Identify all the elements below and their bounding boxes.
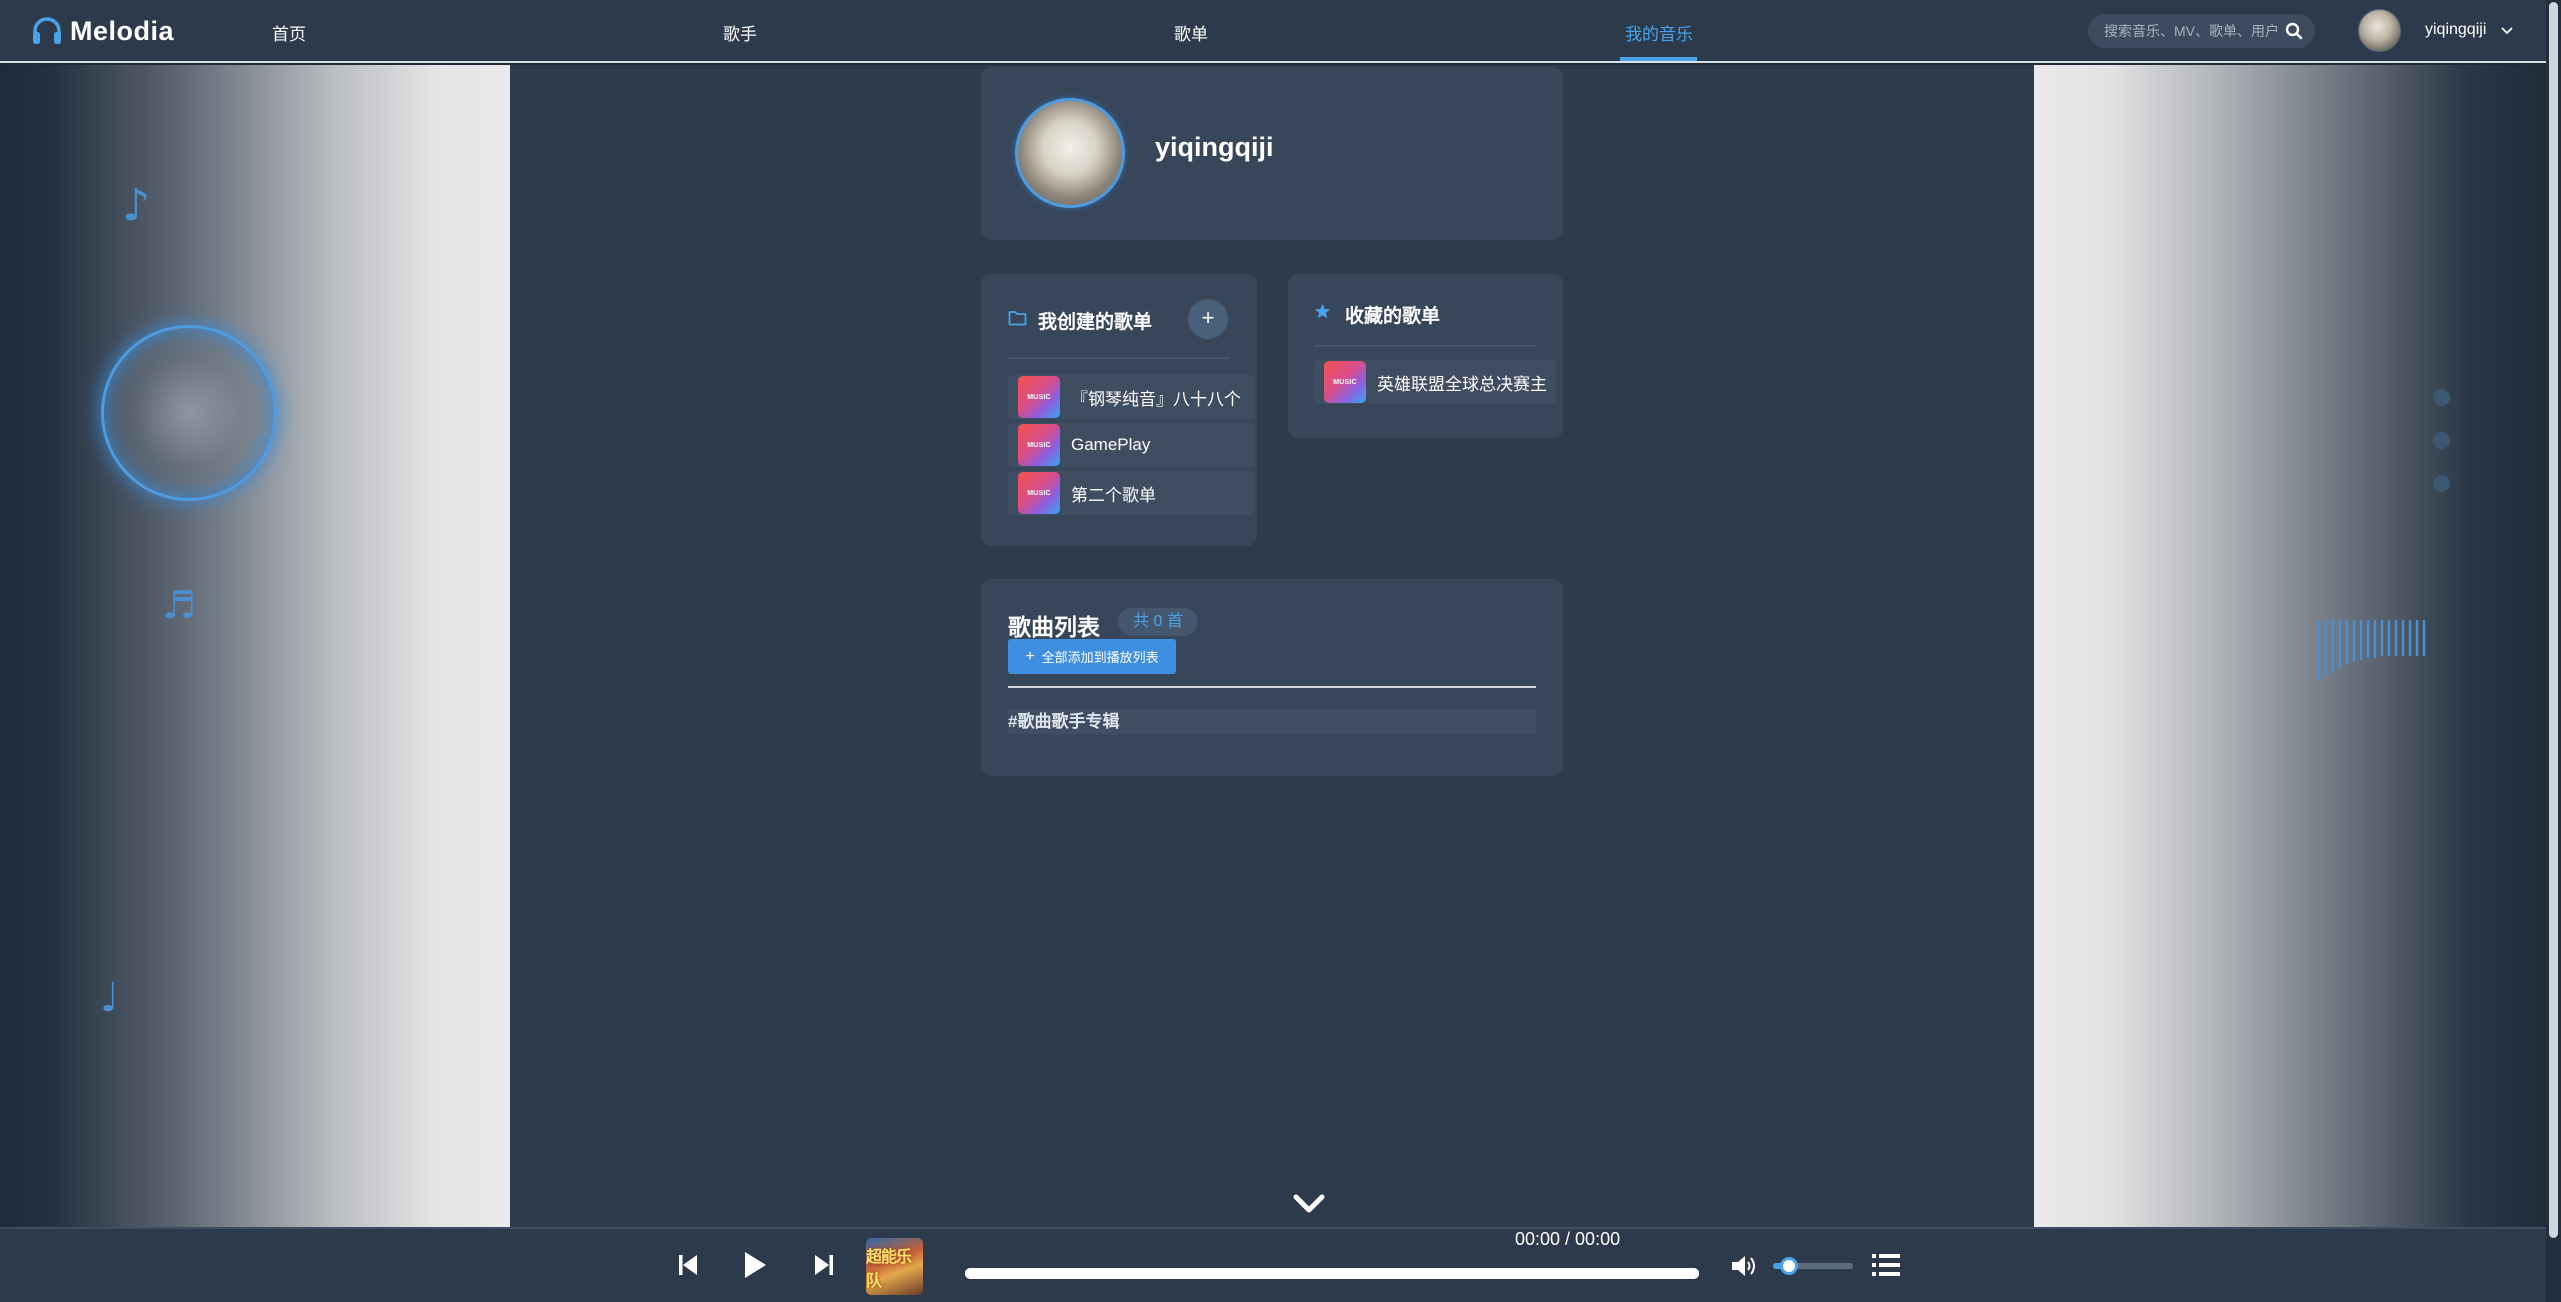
- created-playlists-title: 我创建的歌单: [1038, 312, 1153, 333]
- nav-active-indicator: [1620, 57, 1697, 61]
- equalizer-bars-decoration: [2317, 620, 2426, 680]
- divider: [1008, 357, 1230, 359]
- decor-dot: [2433, 475, 2450, 492]
- playlist-name: 英雄联盟全球总决赛主: [1377, 374, 1547, 394]
- nav-singers[interactable]: 歌手: [723, 20, 757, 45]
- playlist-cover: MUSIC: [1324, 361, 1366, 403]
- profile-name: yiqingqiji: [1155, 132, 1274, 162]
- volume-knob[interactable]: [1780, 1257, 1798, 1275]
- playlist-item[interactable]: MUSIC 英雄联盟全球总决赛主: [1314, 360, 1556, 404]
- album-cover-text: 超能乐队: [866, 1248, 912, 1290]
- collected-playlists-card: 收藏的歌单 MUSIC 英雄联盟全球总决赛主: [1288, 274, 1563, 438]
- headphones-icon: [33, 17, 61, 44]
- song-count-badge: 共 0 首: [1118, 608, 1198, 636]
- search-input[interactable]: [2104, 23, 2280, 39]
- folder-icon: [1008, 311, 1027, 326]
- add-all-to-queue-button[interactable]: + 全部添加到播放列表: [1008, 639, 1176, 674]
- chevron-down-icon[interactable]: [1292, 1192, 1326, 1216]
- playlist-item[interactable]: MUSIC GamePlay: [1008, 423, 1255, 467]
- profile-card: yiqingqiji: [981, 67, 1563, 240]
- created-playlists-card: 我创建的歌单 + MUSIC 『钢琴纯音』八十八个 MUSIC GamePlay…: [981, 274, 1257, 546]
- search-icon[interactable]: [2285, 22, 2303, 40]
- playlist-name: 『钢琴纯音』八十八个: [1071, 389, 1241, 409]
- song-list-card: 歌曲列表 共 0 首 + 全部添加到播放列表 #歌曲歌手专辑: [981, 579, 1563, 776]
- progress-bar[interactable]: [965, 1268, 1699, 1279]
- playlist-name: 第二个歌单: [1071, 485, 1156, 505]
- music-notes-icon: ♬: [162, 583, 197, 627]
- playback-time: 00:00 / 00:00: [1515, 1229, 1621, 1249]
- search-box: [2088, 14, 2315, 48]
- profile-avatar: [1015, 98, 1125, 208]
- decor-dot: [2433, 389, 2450, 406]
- collected-playlists-title: 收藏的歌单: [1345, 306, 1441, 327]
- playlist-name: GamePlay: [1071, 435, 1151, 454]
- nav-my-music[interactable]: 我的音乐: [1625, 20, 1693, 45]
- playlist-cover: MUSIC: [1018, 424, 1060, 466]
- page-scrollbar-thumb[interactable]: [2549, 2, 2558, 1238]
- music-note-icon: ♪: [122, 180, 151, 231]
- play-icon[interactable]: [743, 1251, 767, 1279]
- left-side-decoration: [0, 65, 510, 1227]
- chevron-down-icon[interactable]: [2500, 24, 2514, 38]
- playlist-icon[interactable]: [1871, 1252, 1901, 1278]
- divider: [1008, 686, 1536, 688]
- top-navbar: Melodia 首页 歌手 歌单 我的音乐 yiqingqiji: [0, 0, 2546, 63]
- right-side-decoration: [2034, 65, 2546, 1227]
- nav-home[interactable]: 首页: [272, 20, 306, 45]
- brand-name: Melodia: [70, 15, 175, 46]
- skip-next-icon[interactable]: [814, 1253, 834, 1277]
- skip-previous-icon[interactable]: [678, 1253, 698, 1277]
- decor-dot: [2433, 432, 2450, 449]
- volume-slider[interactable]: [1773, 1257, 1853, 1275]
- song-table-header: #歌曲歌手专辑: [1008, 709, 1536, 734]
- playlist-item[interactable]: MUSIC 第二个歌单: [1008, 471, 1255, 515]
- user-name[interactable]: yiqingqiji: [2425, 21, 2486, 39]
- star-icon: [1314, 303, 1331, 319]
- brand-logo[interactable]: Melodia: [30, 14, 174, 48]
- divider: [1314, 345, 1536, 347]
- playlist-cover: MUSIC: [1018, 376, 1060, 418]
- song-list-title: 歌曲列表: [1008, 614, 1100, 640]
- main-content: yiqingqiji 我创建的歌单 + MUSIC 『钢琴纯音』八十八个 MUS…: [510, 65, 2034, 1227]
- volume-icon[interactable]: [1730, 1253, 1758, 1279]
- glow-ring-decoration: [101, 325, 277, 501]
- nav-playlists[interactable]: 歌单: [1174, 20, 1208, 45]
- now-playing-cover[interactable]: 超能乐队: [866, 1238, 923, 1295]
- plus-icon: +: [1025, 647, 1035, 665]
- player-bar: 超能乐队 00:00 / 00:00: [0, 1227, 2546, 1302]
- playlist-cover: MUSIC: [1018, 472, 1060, 514]
- playlist-item[interactable]: MUSIC 『钢琴纯音』八十八个: [1008, 375, 1255, 419]
- add-playlist-button[interactable]: +: [1188, 299, 1228, 339]
- quarter-note-icon: ♩: [100, 975, 119, 1021]
- add-all-label: 全部添加到播放列表: [1041, 650, 1159, 665]
- user-avatar[interactable]: [2358, 9, 2401, 52]
